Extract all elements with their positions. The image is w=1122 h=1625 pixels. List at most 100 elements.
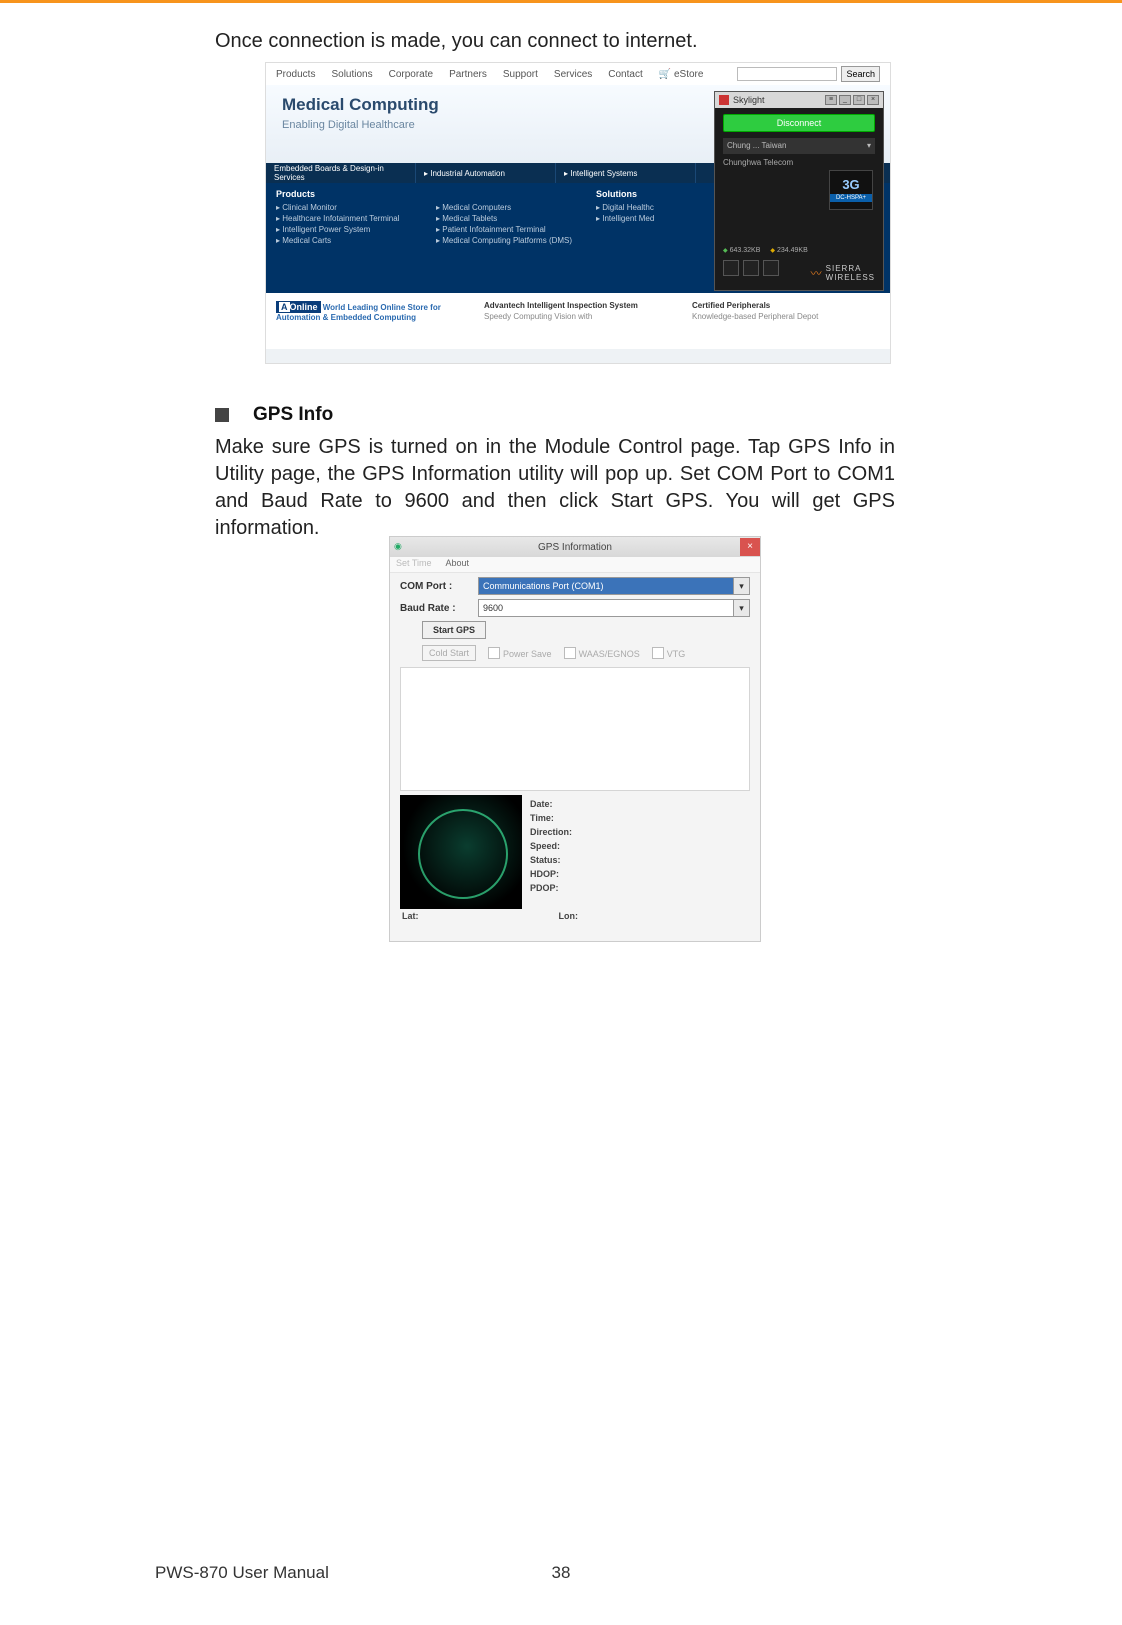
skylight-titlebar: Skylight ≡ _ □ ×	[715, 92, 883, 108]
chevron-down-icon: ▾	[733, 578, 749, 594]
com-port-label: COM Port :	[400, 581, 478, 592]
window-minimize-button[interactable]: _	[839, 95, 851, 105]
square-bullet-icon	[215, 408, 229, 422]
location-text: Chung ... Taiwan	[727, 138, 786, 154]
nav-item[interactable]: Products	[276, 69, 315, 80]
start-gps-button[interactable]: Start GPS	[422, 621, 486, 639]
skylight-icon	[719, 95, 729, 105]
column-header: Solutions	[596, 189, 696, 199]
gps-app-icon: ◉	[394, 541, 406, 553]
sierra-text: SIERRAWIRELESS	[826, 264, 875, 282]
gps-window-title: GPS Information	[410, 542, 740, 553]
nav-item[interactable]: Contact	[608, 69, 642, 80]
stat-up: 234.49KB	[770, 247, 807, 254]
window-maximize-button[interactable]: □	[853, 95, 865, 105]
menu-link[interactable]: ▸ Intelligent Med	[596, 214, 696, 223]
menu-link[interactable]: ▸ Medical Computers	[436, 203, 576, 212]
tab-item[interactable]: ▸ Industrial Automation	[416, 163, 556, 183]
window-close-button[interactable]: ×	[867, 95, 879, 105]
vtg-checkbox[interactable]: VTG	[652, 647, 686, 659]
gps-pdop-label: PDOP:	[530, 881, 742, 895]
top-orange-rule	[0, 0, 1122, 3]
promo-sub: Speedy Computing Vision with	[484, 312, 672, 321]
nav-item[interactable]: Support	[503, 69, 538, 80]
cold-start-button[interactable]: Cold Start	[422, 645, 476, 661]
promo-sub: Knowledge-based Peripheral Depot	[692, 312, 880, 321]
screenshot-browser-skylight: Products Solutions Corporate Partners Su…	[265, 62, 891, 364]
gps-date-label: Date:	[530, 797, 742, 811]
gps-menubar: Set Time About	[390, 557, 760, 573]
sierra-logo: 〰 SIERRAWIRELESS	[811, 264, 875, 282]
menu-link[interactable]: ▸ Healthcare Infotainment Terminal	[276, 214, 416, 223]
menu-link[interactable]: ▸ Patient Infotainment Terminal	[436, 225, 576, 234]
baud-rate-label: Baud Rate :	[400, 603, 478, 614]
gps-lon-label: Lon:	[559, 911, 579, 921]
window-menu-button[interactable]: ≡	[825, 95, 837, 105]
search-button[interactable]: Search	[841, 66, 880, 82]
network-type: 3G	[830, 177, 872, 192]
nav-item[interactable]: 🛒 eStore	[659, 69, 704, 80]
nav-item[interactable]: Corporate	[389, 69, 433, 80]
gps-options-row: Cold Start Power Save WAAS/EGNOS VTG	[422, 645, 750, 661]
tray-icon[interactable]	[743, 260, 759, 276]
gps-latlon-row: Lat: Lon:	[400, 911, 750, 921]
footer-page-number: 38	[552, 1563, 571, 1583]
baud-rate-select[interactable]: 9600 ▾	[478, 599, 750, 617]
location-row[interactable]: Chung ... Taiwan ▾	[723, 138, 875, 154]
tray-icon[interactable]	[723, 260, 739, 276]
nav-item[interactable]: Solutions	[331, 69, 372, 80]
gps-speed-label: Speed:	[530, 839, 742, 853]
screenshot-gps-information: ◉ GPS Information × Set Time About COM P…	[389, 536, 761, 942]
power-save-checkbox[interactable]: Power Save	[488, 647, 552, 659]
skylight-title: Skylight	[733, 95, 765, 105]
stat-down: 643.32KB	[723, 247, 760, 254]
gps-info-labels: Date: Time: Direction: Speed: Status: HD…	[522, 795, 750, 909]
sierra-wave-icon: 〰	[811, 265, 822, 281]
baud-rate-value: 9600	[483, 603, 503, 613]
com-port-select[interactable]: Communications Port (COM1) ▾	[478, 577, 750, 595]
menu-link[interactable]: ▸ Medical Computing Platforms (DMS)	[436, 236, 576, 245]
intro-paragraph: Once connection is made, you can connect…	[215, 30, 698, 53]
signal-badge: 3G DC-HSPA+	[829, 170, 873, 210]
gps-lower-panel: Date: Time: Direction: Speed: Status: HD…	[400, 795, 750, 909]
section-paragraph: Make sure GPS is turned on in the Module…	[215, 434, 895, 542]
tray-icon[interactable]	[763, 260, 779, 276]
disconnect-button[interactable]: Disconnect	[723, 114, 875, 132]
column-header: Products	[276, 189, 416, 199]
aonline-logo: AOnline	[276, 301, 321, 313]
chevron-down-icon: ▾	[867, 138, 871, 154]
gps-titlebar: ◉ GPS Information ×	[390, 537, 760, 557]
menu-link[interactable]: ▸ Digital Healthc	[596, 203, 696, 212]
gps-status-label: Status:	[530, 853, 742, 867]
menu-set-time[interactable]: Set Time	[396, 558, 432, 571]
footer-manual-title: PWS-870 User Manual	[155, 1563, 329, 1583]
nav-bar: Products Solutions Corporate Partners Su…	[266, 63, 890, 85]
com-port-value: Communications Port (COM1)	[483, 581, 604, 591]
gps-lat-label: Lat:	[402, 911, 419, 921]
gps-hdop-label: HDOP:	[530, 867, 742, 881]
nav-item[interactable]: Services	[554, 69, 592, 80]
section-title: GPS Info	[253, 404, 333, 426]
menu-about[interactable]: About	[446, 558, 470, 571]
waas-egnos-checkbox[interactable]: WAAS/EGNOS	[564, 647, 640, 659]
section-heading: GPS Info	[215, 404, 333, 426]
promo-title: Advantech Intelligent Inspection System	[484, 301, 672, 310]
search-input[interactable]	[737, 67, 837, 81]
gps-log-area	[400, 667, 750, 791]
menu-link[interactable]: ▸ Clinical Monitor	[276, 203, 416, 212]
menu-link[interactable]: ▸ Intelligent Power System	[276, 225, 416, 234]
gps-direction-label: Direction:	[530, 825, 742, 839]
promo-title: Certified Peripherals	[692, 301, 880, 310]
nav-item[interactable]: Partners	[449, 69, 487, 80]
menu-link[interactable]: ▸ Medical Tablets	[436, 214, 576, 223]
tab-item[interactable]: Embedded Boards & Design-in Services	[266, 163, 416, 183]
tab-item[interactable]: ▸ Intelligent Systems	[556, 163, 696, 183]
close-button[interactable]: ×	[740, 538, 760, 556]
chevron-down-icon: ▾	[733, 600, 749, 616]
menu-link[interactable]: ▸ Medical Carts	[276, 236, 416, 245]
skylight-widget: Skylight ≡ _ □ × Disconnect Chung ... Ta…	[714, 91, 884, 291]
tray-icons	[723, 260, 779, 276]
search-box: Search	[737, 66, 880, 82]
gps-time-label: Time:	[530, 811, 742, 825]
gps-globe-graphic	[400, 795, 522, 909]
